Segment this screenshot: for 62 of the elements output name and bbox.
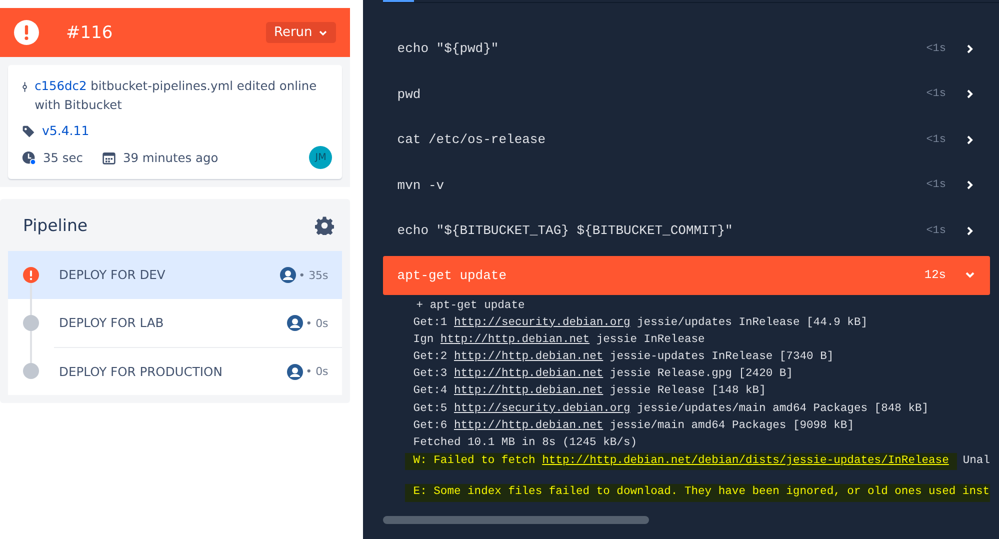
pipeline-title: Pipeline — [23, 216, 88, 234]
command-row[interactable]: echo "${BITBUCKET_TAG} ${BITBUCKET_COMMIT}" <1s — [383, 208, 990, 254]
step-name: DEPLOY FOR PRODUCTION — [59, 364, 224, 378]
step-duration: • 0s — [306, 365, 328, 378]
command-row[interactable]: cat /etc/os-release <1s — [383, 117, 990, 162]
log-link[interactable]: http://http.debian.net — [454, 368, 604, 380]
step-duration: • 35s — [298, 268, 328, 282]
duration-text: 35 sec — [43, 150, 83, 164]
tab-indicator — [383, 0, 414, 2]
command-row[interactable]: mvn -v <1s — [383, 162, 990, 208]
log-line: Get:4 http://http.debian.net jessie Release [148 kB] — [413, 384, 766, 400]
log-line: Ign http://http.debian.net jessie InRelease — [413, 332, 705, 348]
error-icon — [14, 20, 39, 45]
step-duration: • 0s — [306, 316, 328, 330]
command-duration: <1s — [926, 42, 946, 55]
scrollbar-thumb[interactable] — [383, 516, 650, 524]
log-line: Get:3 http://http.debian.net jessie Release.gpg [2420 B] — [413, 366, 793, 382]
log-line: Get:6 http://http.debian.net jessie/main amd64 Packages [9098 kB] — [413, 418, 854, 434]
user-avatar: JM — [309, 146, 332, 169]
log-line: Get:5 http://security.debian.org jessie/updates/main amd64 Packages [848 kB] — [413, 402, 929, 417]
command-duration: <1s — [926, 179, 946, 192]
log-link[interactable]: http://http.debian.net/debian/dists/jessie-updates/InRelease — [542, 455, 949, 468]
log-link[interactable]: http://http.debian.net — [440, 334, 590, 346]
log-line: Unal — [962, 454, 990, 470]
command-duration: 12s — [924, 268, 946, 282]
user-icon — [280, 267, 296, 283]
step-name: DEPLOY FOR DEV — [59, 268, 166, 282]
user-icon — [286, 364, 303, 380]
commit-message: c156dc2 bitbucket-pipelines.yml edited online with Bitbucket — [34, 78, 318, 114]
commit-hash-link[interactable]: c156dc2 — [34, 79, 87, 93]
user-icon — [286, 315, 303, 331]
calendar-icon — [102, 150, 116, 164]
log-line: + apt-get update — [416, 298, 525, 314]
log-link[interactable]: http://http.debian.net — [454, 420, 604, 432]
command-row[interactable]: echo "${pwd}" <1s — [383, 26, 990, 72]
settings-icon[interactable] — [315, 216, 334, 234]
command-duration: <1s — [926, 134, 946, 146]
command-text: echo "${BITBUCKET_TAG} ${BITBUCKET_COMMIT}" — [397, 223, 734, 238]
tag-icon — [22, 125, 35, 138]
command-text: cat /etc/os-release — [397, 132, 547, 148]
command-text: pwd — [397, 86, 422, 102]
command-text: echo "${pwd}" — [397, 41, 500, 56]
log-link[interactable]: http://http.debian.net — [454, 351, 604, 364]
command-text: apt-get update — [397, 268, 508, 282]
commit-icon — [22, 80, 28, 94]
command-duration: <1s — [926, 88, 946, 100]
clock-icon — [22, 150, 36, 164]
tag-link[interactable]: v5.4.11 — [42, 123, 90, 138]
log-line: Get:2 http://http.debian.net jessie-updates InRelease [7340 B] — [413, 350, 834, 366]
log-link[interactable]: http://security.debian.org — [454, 316, 630, 329]
log-link[interactable]: http://security.debian.org — [454, 402, 630, 415]
log-line: Get:1 http://security.debian.org jessie/updates InRelease [44.9 kB] — [413, 316, 868, 331]
command-row[interactable]: pwd <1s — [383, 72, 990, 117]
log-line: Fetched 10.1 MB in 8s (1245 kB/s) — [413, 436, 638, 451]
time-ago-text: 39 minutes ago — [122, 150, 218, 164]
log-link[interactable]: http://http.debian.net — [454, 385, 604, 398]
rerun-button[interactable]: Rerun — [266, 22, 336, 43]
build-number: #116 — [66, 22, 114, 42]
command-text: mvn -v — [397, 178, 446, 193]
command-duration: <1s — [926, 224, 946, 237]
step-name: DEPLOY FOR LAB — [59, 316, 165, 330]
pipeline-step[interactable]: DEPLOY FOR DEV • 35s — [8, 251, 342, 299]
